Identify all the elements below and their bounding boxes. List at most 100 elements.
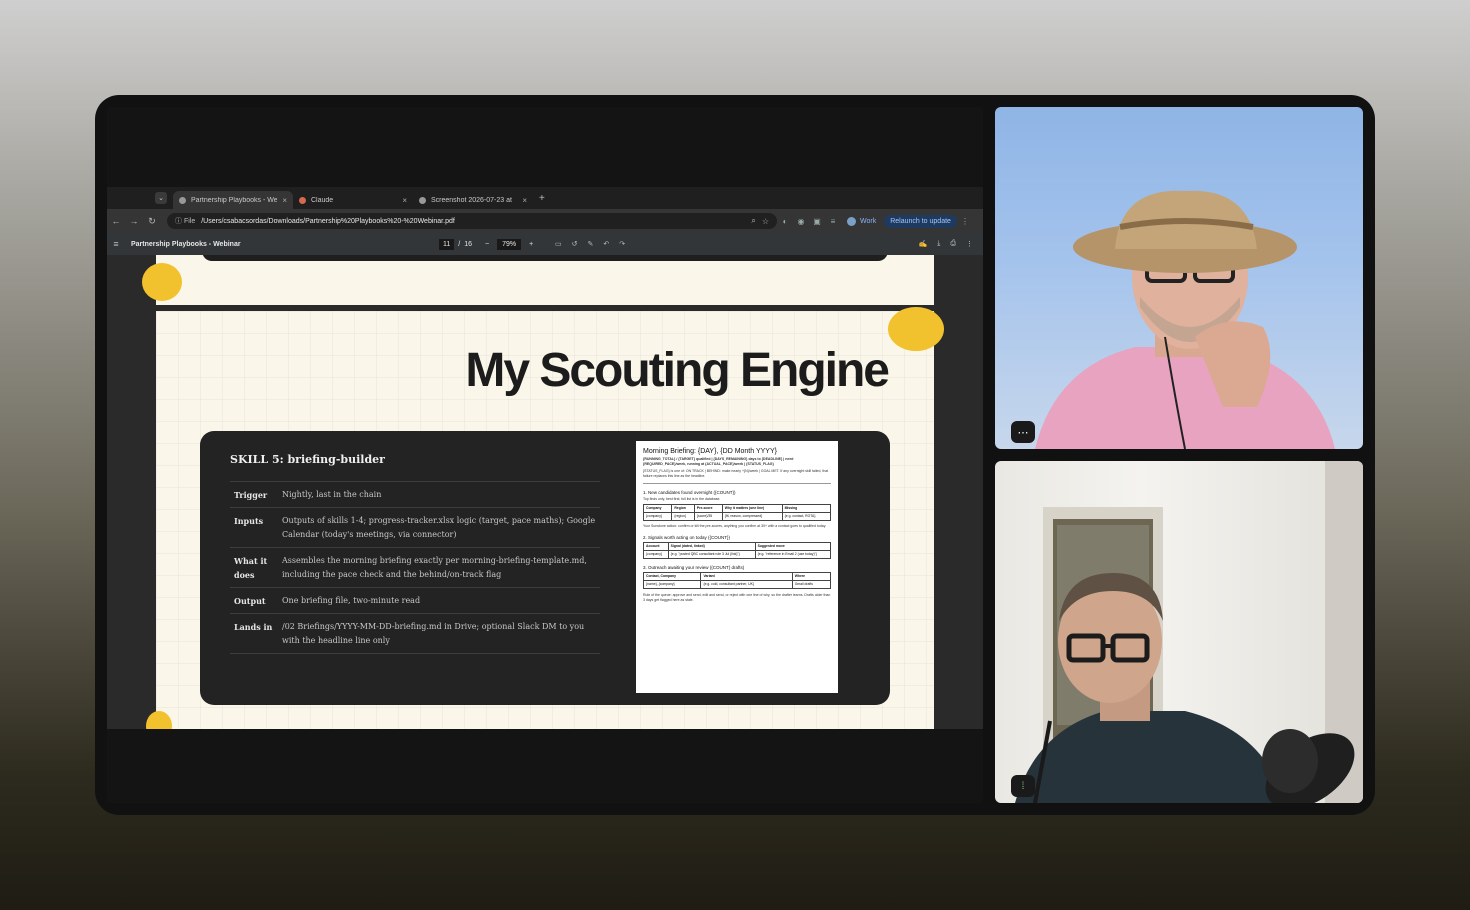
doc-table: Company Region Pre-score Why it matters … [642,504,832,521]
participant-video-1[interactable]: ⋯ [995,107,1363,449]
redo-icon[interactable]: ↷ [619,240,625,248]
table-cell: Company [642,504,673,513]
zoom-input[interactable]: 79% [497,238,522,250]
extension-icon[interactable]: ◐ [777,217,793,226]
annotate-icon[interactable]: ✍ [919,240,928,248]
forward-icon[interactable]: → [125,216,143,226]
reload-icon[interactable]: ↻ [143,216,161,227]
row-key: Inputs [234,516,264,526]
pdf-title: Partnership Playbooks - Webinar [131,240,241,248]
draw-icon[interactable]: ✎ [588,240,594,248]
puzzle-icon[interactable]: ▣ [809,217,825,226]
doc-status-note: {STATUS_FLAG} is one of: ON TRACK | BEHI… [643,469,829,478]
undo-icon[interactable]: ↶ [603,240,609,248]
avatar [847,216,856,226]
participant-2-image [1015,461,1363,803]
doc-section-heading: 3. Outreach awaiting your review ({COUNT… [643,565,745,570]
participant-1-image [1035,190,1335,449]
table-row: Inputs Outputs of skills 1-4; progress-t… [230,507,600,547]
back-icon[interactable]: ← [107,216,125,226]
table-cell: Region [671,504,695,513]
relaunch-button[interactable]: Relaunch to update [884,214,957,228]
table-cell: Why it matters (one line) [721,504,783,513]
doc-heading: Morning Briefing: {DAY}, {DD Month YYYY} [643,448,777,455]
tab-claude[interactable]: Claude × [293,191,413,209]
pdf-tools: ▭ ↺ ✎ ↶ ↷ [555,240,625,248]
skill-card: SKILL 5: briefing-builder Trigger Nightl… [200,431,890,705]
pdf-actions: ✍ ⤓ ⎙ ⋮ [919,240,973,248]
skill-table: Trigger Nightly, last in the chain Input… [230,481,600,654]
print-icon[interactable]: ⎙ [950,240,956,248]
briefing-template-preview: Morning Briefing: {DAY}, {DD Month YYYY}… [636,441,838,693]
row-value: Assembles the morning briefing exactly p… [282,556,587,579]
doc-table: Account Signal (dated, linked) Suggested… [643,542,832,559]
table-cell: {region} [671,512,695,521]
table-cell: Signal (dated, linked) [667,542,756,551]
participant-video-2[interactable]: ⁞ [995,461,1363,803]
table-cell: Pre-score [693,504,723,513]
divider [643,483,831,484]
new-tab-icon[interactable]: + [539,193,545,204]
file-chip[interactable]: ⓘ File [175,216,195,226]
download-icon[interactable]: ⤓ [937,240,940,248]
table-cell: {e.g. "reference in Email 2 (use today)"… [754,550,832,559]
zoom-in-icon[interactable]: + [529,241,533,248]
close-icon[interactable]: × [282,196,287,205]
zoom-icon[interactable]: ⌕ [751,216,755,226]
hamburger-menu-icon[interactable]: ≡ [107,239,125,249]
globe-icon [179,196,186,204]
fit-page-icon[interactable]: ▭ [555,240,562,248]
close-icon[interactable]: × [402,196,407,205]
table-cell: Missing [781,504,832,513]
doc-footer: Rule of the queue: approve and send, edi… [643,593,831,602]
decorative-blob [146,711,172,729]
bookmark-star-icon[interactable]: ☆ [762,217,769,226]
tab-screenshot[interactable]: Screenshot 2026-07-23 at × [413,191,533,209]
slide-title: My Scouting Engine [465,344,890,397]
browser-toolbar: ← → ↻ ⓘ File /Users/csabacsordas/Downloa… [107,209,983,233]
row-value: One briefing file, two-minute read [282,596,421,605]
zoom-out-icon[interactable]: − [485,241,489,248]
table-row: Output One briefing file, two-minute rea… [230,587,600,613]
claude-icon [299,196,306,204]
tab-label: Partnership Playbooks - Web [191,196,278,204]
decorative-bar [202,255,888,261]
globe-icon [419,196,426,204]
table-cell: {score}/35 [693,512,723,521]
tab-partnership-playbooks[interactable]: Partnership Playbooks - Web × [173,191,293,209]
skill-heading: SKILL 5: briefing-builder [230,453,385,466]
tab-label: Screenshot 2026-07-23 at [431,196,512,204]
tab-search-icon[interactable]: ⌄ [155,192,167,204]
address-bar[interactable]: ⓘ File /Users/csabacsordas/Downloads/Par… [167,213,777,229]
table-cell: Variant [700,572,793,581]
rotate-icon[interactable]: ↺ [572,240,578,248]
profile-chip[interactable]: Work [847,216,877,226]
mic-active-icon[interactable]: ⁞ [1011,775,1035,797]
close-icon[interactable]: × [522,196,527,205]
row-value: Nightly, last in the chain [282,490,382,499]
table-cell: Account [643,542,669,551]
table-cell: {company} [643,550,669,559]
row-value: Outputs of skills 1-4; progress-tracker.… [282,516,596,539]
meeting-window: ⌄ Partnership Playbooks - Web × Claude ×… [95,95,1375,815]
row-key: Trigger [234,490,268,500]
page-input[interactable]: 11 [439,238,455,250]
decorative-blob [142,263,182,301]
pdf-viewport[interactable]: My Scouting Engine SKILL 5: briefing-bui… [107,255,983,729]
profile-label: Work [860,217,877,225]
kebab-menu-icon[interactable]: ⋮ [957,217,973,226]
doc-section-heading: 2. Signals worth acting on today ({COUNT… [643,535,731,540]
media-icon[interactable]: ≡ [825,217,841,226]
more-icon[interactable]: ⋯ [1011,421,1035,443]
table-cell: {e.g. cold, consultant partner, UK} [700,580,793,589]
table-cell: Where [791,572,832,581]
kebab-menu-icon[interactable]: ⋮ [966,240,973,248]
page-total: 16 [464,240,473,248]
row-value: /02 Briefings/YYYY-MM-DD-briefing.md in … [282,622,585,645]
table-cell: {fit, reason, compressed} [721,512,783,521]
decorative-blob [888,307,944,351]
table-cell: {name}, {company} [642,580,702,589]
table-cell: {company} [642,512,673,521]
extension-icon[interactable]: ◉ [793,217,809,226]
url-text[interactable]: /Users/csabacsordas/Downloads/Partnershi… [201,218,745,225]
